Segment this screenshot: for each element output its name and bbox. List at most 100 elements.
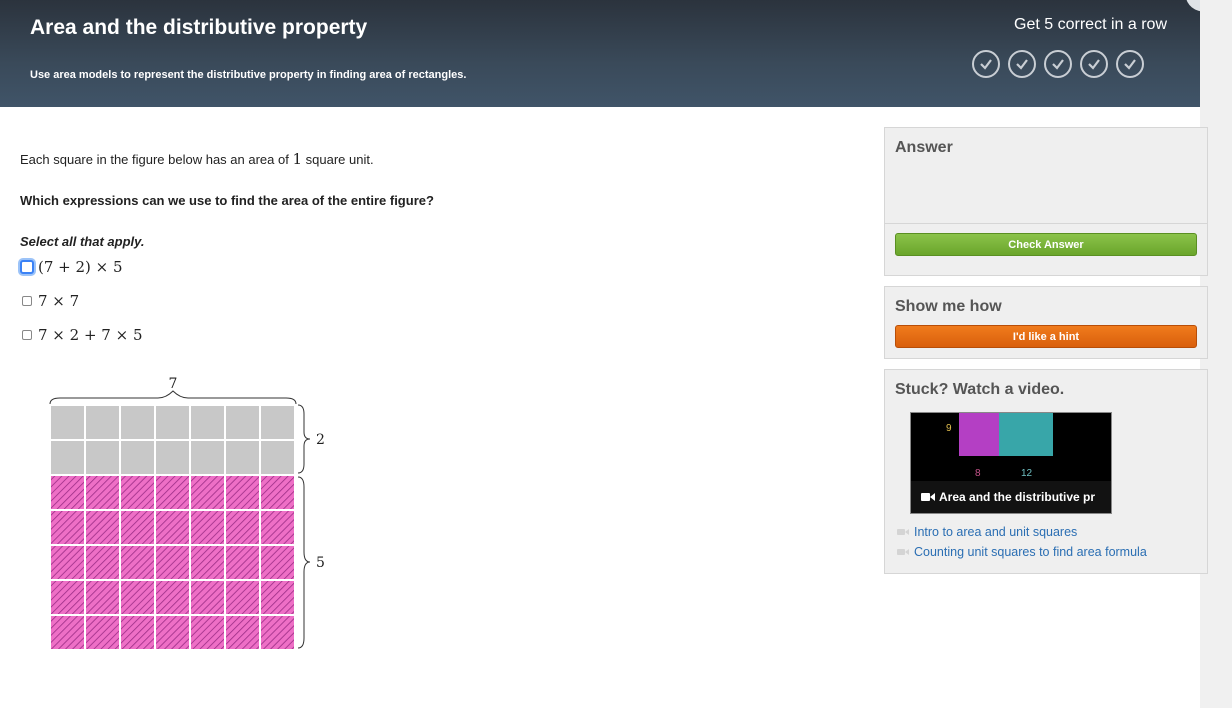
pink-unit-square [261,546,294,579]
answer-divider [885,223,1207,224]
option-2-checkbox[interactable] [22,296,32,306]
pink-unit-square [226,511,259,544]
video-thumbnail-title: Area and the distributive pr [939,490,1096,504]
gray-unit-square [226,406,259,439]
gray-unit-square [156,441,189,474]
option-3[interactable]: 7 × 2 + 7 × 5 [22,326,143,344]
pink-unit-square [86,546,119,579]
pink-unit-square [156,581,189,614]
option-2[interactable]: 7 × 7 [22,292,79,310]
video-link-1[interactable]: Intro to area and unit squares [897,525,1077,539]
video-link-2[interactable]: Counting unit squares to find area formu… [897,545,1147,559]
pink-unit-square [121,616,154,649]
right-brace-bottom-label: 5 [316,555,325,571]
pink-unit-square [51,616,84,649]
thumb-num-8: 8 [975,468,981,479]
pink-unit-square [86,476,119,509]
question-instruction: Select all that apply. [20,234,145,249]
gray-unit-square [121,441,154,474]
exercise-header: Area and the distributive property Use a… [0,0,1200,107]
question-prompt: Which expressions can we use to find the… [20,193,434,208]
right-brace-top-label: 2 [316,432,325,448]
option-1[interactable]: (7 + 2) × 5 [20,258,123,276]
pink-unit-square [86,581,119,614]
pink-unit-square [261,616,294,649]
video-panel-title: Stuck? Watch a video. [895,381,1065,398]
hint-panel: Show me how I'd like a hint [884,286,1208,359]
pink-unit-square [156,476,189,509]
pink-unit-square [226,616,259,649]
gray-unit-square [191,406,224,439]
gray-unit-square [121,406,154,439]
question-unit-number: 1 [292,150,303,168]
top-brace-label: 7 [169,376,178,392]
gray-unit-square [261,441,294,474]
top-brace [49,390,297,405]
streak-label: Get 5 correct in a row [1014,16,1167,33]
hint-button[interactable]: I'd like a hint [895,325,1197,348]
streak-check-icon [1008,50,1036,78]
video-camera-icon [921,493,935,501]
right-brace-top [297,404,311,474]
exercise-subtitle: Use area models to represent the distrib… [30,69,467,81]
video-thumbnail[interactable]: 9 8 12 Area and the distributive pr [910,412,1112,514]
exercise-title: Area and the distributive property [30,16,368,39]
pink-unit-square [261,476,294,509]
pink-unit-square [121,546,154,579]
pink-unit-square [226,476,259,509]
pink-unit-square [261,511,294,544]
streak-checks [972,50,1144,78]
pink-unit-square [121,511,154,544]
pink-unit-square [261,581,294,614]
right-brace-bottom [297,476,311,649]
video-link-1-label[interactable]: Intro to area and unit squares [914,525,1077,539]
pink-unit-square [86,511,119,544]
option-1-label[interactable]: (7 + 2) × 5 [38,258,123,276]
pink-unit-square [121,581,154,614]
video-thumbnail-caption[interactable]: Area and the distributive pr [911,481,1111,513]
video-link-2-label[interactable]: Counting unit squares to find area formu… [914,545,1147,559]
video-camera-icon [897,549,909,555]
pink-unit-square [156,546,189,579]
streak-check-icon [1044,50,1072,78]
question-text-pre: Each square in the figure below has an a… [20,152,293,167]
pink-unit-square [191,511,224,544]
pink-unit-square [121,476,154,509]
thumb-num-12: 12 [1021,468,1033,479]
video-panel: Stuck? Watch a video. 9 8 12 Area and th… [884,369,1208,574]
area-model-figure: 7 2 5 [49,376,325,649]
answer-panel: Answer Check Answer [884,127,1208,276]
gray-unit-square [191,441,224,474]
pink-unit-square [86,616,119,649]
pink-unit-square [156,511,189,544]
pink-unit-square [226,546,259,579]
pink-unit-square [51,581,84,614]
option-2-label[interactable]: 7 × 7 [38,292,79,310]
streak-check-icon [1080,50,1108,78]
gray-unit-square [86,441,119,474]
gray-unit-square [86,406,119,439]
gray-unit-square [261,406,294,439]
pink-unit-square [51,546,84,579]
pink-unit-square [191,581,224,614]
pink-unit-square [156,616,189,649]
option-1-checkbox[interactable] [20,260,34,274]
streak-check-icon [1116,50,1144,78]
gray-unit-square [51,441,84,474]
grid-cells [51,406,294,649]
pink-unit-square [51,476,84,509]
gray-unit-square [51,406,84,439]
thumb-num-9: 9 [946,423,952,434]
pink-unit-square [226,581,259,614]
pink-unit-square [51,511,84,544]
gray-unit-square [226,441,259,474]
question-text-post: square unit. [302,152,374,167]
hint-panel-title: Show me how [895,298,1002,315]
pink-unit-square [191,546,224,579]
check-answer-button[interactable]: Check Answer [895,233,1197,256]
option-3-label[interactable]: 7 × 2 + 7 × 5 [38,326,143,344]
answer-panel-title: Answer [895,139,953,156]
pink-unit-square [191,476,224,509]
streak-check-icon [972,50,1000,78]
option-3-checkbox[interactable] [22,330,32,340]
